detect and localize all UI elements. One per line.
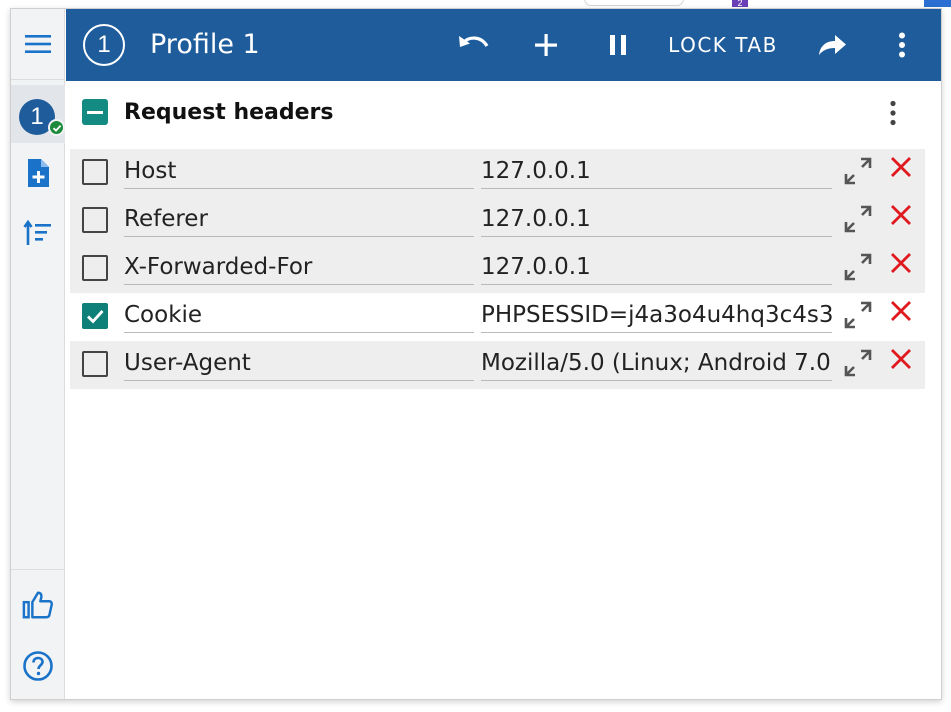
top-bar: 1 Profile 1 LOCK TAB [66, 9, 941, 81]
header-name-field[interactable]: User-Agent [124, 344, 474, 381]
section-header: Request headers [66, 81, 941, 147]
check-icon [48, 119, 65, 136]
expand-button[interactable] [842, 250, 874, 284]
undo-button[interactable] [454, 23, 494, 67]
header-enable-checkbox[interactable] [82, 303, 108, 329]
expand-icon [844, 205, 872, 233]
expand-button[interactable] [842, 346, 874, 380]
expand-button[interactable] [842, 202, 874, 236]
kebab-icon [890, 100, 896, 126]
header-row: User-Agent Mozilla/5.0 (Linux; Android 7… [70, 341, 925, 389]
close-icon [891, 253, 911, 273]
header-rows: Host 127.0.0.1 Referer 127.0.0.1 X-Forwa… [70, 149, 925, 389]
section-more-button[interactable] [881, 97, 905, 129]
header-value-field[interactable]: 127.0.0.1 [481, 152, 832, 189]
share-button[interactable] [812, 23, 852, 67]
expand-icon [844, 349, 872, 377]
header-name-field[interactable]: Cookie [124, 296, 474, 333]
close-icon [891, 205, 911, 225]
help-icon [23, 651, 53, 681]
profile-title[interactable]: Profile 1 [150, 29, 260, 60]
header-value-field[interactable]: Mozilla/5.0 (Linux; Android 7.0 [481, 344, 832, 381]
sort-icon [23, 219, 51, 245]
menu-button[interactable] [11, 9, 65, 79]
expand-button[interactable] [842, 154, 874, 188]
section-toggle-button[interactable] [82, 99, 108, 125]
section-title: Request headers [124, 100, 334, 125]
delete-button[interactable] [886, 248, 916, 278]
delete-button[interactable] [886, 200, 916, 230]
delete-button[interactable] [886, 152, 916, 182]
rate-button[interactable] [22, 589, 54, 621]
header-name-field[interactable]: Referer [124, 200, 474, 237]
pause-icon [610, 35, 626, 55]
header-enable-checkbox[interactable] [82, 207, 108, 233]
rail-divider [11, 79, 65, 80]
header-value-field[interactable]: 127.0.0.1 [481, 248, 832, 285]
close-icon [891, 349, 911, 369]
expand-icon [844, 253, 872, 281]
header-name-field[interactable]: Host [124, 152, 474, 189]
thumbs-up-icon [22, 591, 53, 619]
add-profile-button[interactable] [22, 157, 54, 189]
share-arrow-icon [819, 35, 846, 55]
header-row: Host 127.0.0.1 [70, 149, 925, 197]
header-enable-checkbox[interactable] [82, 159, 108, 185]
delete-button[interactable] [886, 296, 916, 326]
rail-bottom-divider [11, 569, 65, 570]
header-row: X-Forwarded-For 127.0.0.1 [70, 245, 925, 293]
left-rail: 1 [11, 9, 65, 699]
close-icon [891, 301, 911, 321]
main-content: Request headers Host 127.0.0.1 Referer 1… [66, 81, 941, 699]
plus-icon [535, 34, 557, 56]
header-name-field[interactable]: X-Forwarded-For [124, 248, 474, 285]
sort-button[interactable] [22, 217, 54, 249]
extension-popup-screen: 2 1 1 Profile 1 LOCK TAB Request headers… [0, 0, 951, 712]
undo-icon [459, 36, 489, 47]
lock-tab-button[interactable]: LOCK TAB [664, 23, 782, 67]
profile-number-badge[interactable]: 1 [83, 24, 125, 66]
header-row: Referer 127.0.0.1 [70, 197, 925, 245]
header-row: Cookie PHPSESSID=j4a3o4u4hq3c4s3 [70, 293, 925, 341]
pause-button[interactable] [600, 23, 636, 67]
extension-badge: 2 [732, 0, 748, 7]
expand-button[interactable] [842, 298, 874, 332]
help-button[interactable] [22, 650, 54, 682]
header-value-field[interactable]: 127.0.0.1 [481, 200, 832, 237]
expand-icon [844, 301, 872, 329]
header-value-field[interactable]: PHPSESSID=j4a3o4u4hq3c4s3 [481, 296, 832, 333]
popup-window: 1 1 Profile 1 LOCK TAB Request headers H… [10, 8, 942, 700]
browser-corner-button [924, 0, 951, 7]
browser-tab-edge [584, 0, 684, 6]
more-options-button[interactable] [890, 23, 914, 67]
delete-button[interactable] [886, 344, 916, 374]
header-enable-checkbox[interactable] [82, 351, 108, 377]
hamburger-icon [25, 35, 51, 53]
expand-icon [844, 157, 872, 185]
header-enable-checkbox[interactable] [82, 255, 108, 281]
checkmark-icon [87, 310, 104, 324]
browser-chrome-strip: 2 [0, 0, 951, 8]
add-file-icon [28, 159, 49, 187]
kebab-icon [899, 32, 905, 58]
close-icon [891, 157, 911, 177]
add-button[interactable] [528, 23, 564, 67]
minus-icon [87, 110, 103, 114]
